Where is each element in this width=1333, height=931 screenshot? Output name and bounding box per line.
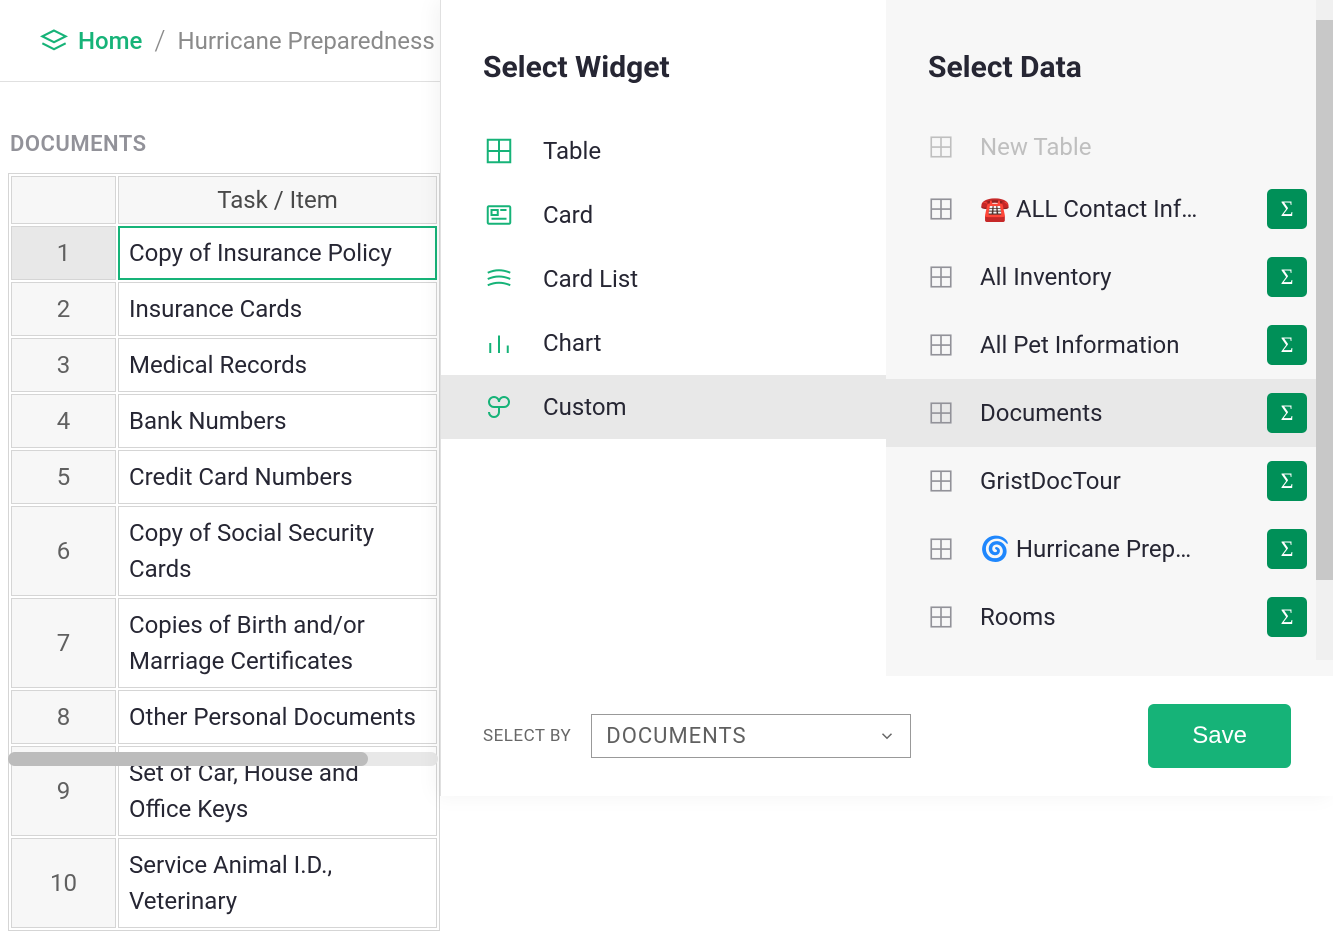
data-option[interactable]: Rooms Σ	[886, 583, 1319, 651]
chart-icon	[483, 327, 515, 359]
widget-option-custom[interactable]: Custom	[441, 375, 886, 439]
data-label: ☎️ ALL Contact Inf…	[980, 195, 1255, 223]
table-row[interactable]: 2Insurance Cards	[11, 282, 437, 336]
data-option[interactable]: GristDocTour Σ	[886, 447, 1319, 515]
table-icon	[928, 400, 954, 426]
data-label: 🌀 Hurricane Prep…	[980, 535, 1255, 563]
data-title: Select Data	[886, 40, 1333, 115]
data-label: GristDocTour	[980, 467, 1255, 495]
summary-button[interactable]: Σ	[1267, 597, 1307, 637]
table-row[interactable]: 1Copy of Insurance Policy	[11, 226, 437, 280]
task-cell[interactable]: Other Personal Documents	[118, 690, 437, 744]
task-cell[interactable]: Service Animal I.D., Veterinary	[118, 838, 437, 928]
widget-title: Select Widget	[441, 40, 886, 115]
breadcrumb-doc[interactable]: Hurricane Preparedness	[178, 27, 435, 55]
widget-option-table[interactable]: Table	[441, 119, 886, 183]
documents-grid[interactable]: Task / Item 1Copy of Insurance Policy2In…	[8, 173, 440, 931]
rownum-header	[11, 176, 116, 224]
dialog-footer: SELECT BY DOCUMENTS Save	[441, 676, 1333, 796]
row-number[interactable]: 6	[11, 506, 116, 596]
data-option: New Table	[886, 119, 1319, 175]
summary-button[interactable]: Σ	[1267, 189, 1307, 229]
task-cell[interactable]: Credit Card Numbers	[118, 450, 437, 504]
table-icon	[928, 604, 954, 630]
add-widget-dialog: Select Widget Table Card Card List Chart Cus…	[440, 0, 1333, 796]
widget-label: Chart	[543, 329, 601, 357]
vertical-scrollbar[interactable]	[1316, 0, 1333, 660]
widget-column: Select Widget Table Card Card List Chart Cus…	[441, 0, 886, 676]
layers-icon	[40, 27, 68, 55]
custom-icon	[483, 391, 515, 423]
data-option[interactable]: All Inventory Σ	[886, 243, 1319, 311]
data-label: All Pet Information	[980, 331, 1255, 359]
data-column: Select Data New Table ☎️ ALL Contact Inf……	[886, 0, 1333, 676]
data-option[interactable]: Documents Σ	[886, 379, 1319, 447]
summary-button[interactable]: Σ	[1267, 257, 1307, 297]
column-header-task[interactable]: Task / Item	[118, 176, 437, 224]
breadcrumb-sep: /	[142, 24, 177, 57]
row-number[interactable]: 4	[11, 394, 116, 448]
data-label: Rooms	[980, 603, 1255, 631]
table-icon	[928, 134, 954, 160]
select-by-label: SELECT BY	[483, 726, 571, 746]
widget-label: Custom	[543, 393, 627, 421]
card-icon	[483, 199, 515, 231]
widget-label: Card	[543, 201, 593, 229]
widget-option-card-list[interactable]: Card List	[441, 247, 886, 311]
row-number[interactable]: 5	[11, 450, 116, 504]
task-cell[interactable]: Copy of Social Security Cards	[118, 506, 437, 596]
horizontal-scrollbar[interactable]	[8, 752, 438, 766]
data-label: All Inventory	[980, 263, 1255, 291]
select-by-dropdown[interactable]: DOCUMENTS	[591, 714, 911, 758]
summary-button[interactable]: Σ	[1267, 529, 1307, 569]
row-number[interactable]: 7	[11, 598, 116, 688]
save-button[interactable]: Save	[1148, 704, 1291, 768]
vscroll-thumb[interactable]	[1316, 20, 1333, 580]
data-label: New Table	[980, 133, 1307, 161]
task-cell[interactable]: Bank Numbers	[118, 394, 437, 448]
data-option[interactable]: All Pet Information Σ	[886, 311, 1319, 379]
row-number[interactable]: 3	[11, 338, 116, 392]
summary-button[interactable]: Σ	[1267, 461, 1307, 501]
data-option[interactable]: ☎️ ALL Contact Inf… Σ	[886, 175, 1319, 243]
summary-button[interactable]: Σ	[1267, 325, 1307, 365]
table-row[interactable]: 4Bank Numbers	[11, 394, 437, 448]
card-list-icon	[483, 263, 515, 295]
table-icon	[928, 332, 954, 358]
data-label: Documents	[980, 399, 1255, 427]
summary-button[interactable]: Σ	[1267, 393, 1307, 433]
table-icon	[928, 196, 954, 222]
row-number[interactable]: 10	[11, 838, 116, 928]
data-option[interactable]: 🌀 Hurricane Prep… Σ	[886, 515, 1319, 583]
home-label: Home	[78, 27, 142, 55]
table-icon	[928, 536, 954, 562]
widget-label: Card List	[543, 265, 638, 293]
widget-option-card[interactable]: Card	[441, 183, 886, 247]
table-row[interactable]: 10Service Animal I.D., Veterinary	[11, 838, 437, 928]
scrollbar-thumb[interactable]	[8, 752, 368, 766]
task-cell[interactable]: Insurance Cards	[118, 282, 437, 336]
select-by-value: DOCUMENTS	[606, 724, 746, 749]
table-row[interactable]: 7Copies of Birth and/or Marriage Certifi…	[11, 598, 437, 688]
chevron-down-icon	[878, 727, 896, 745]
table-row[interactable]: 3Medical Records	[11, 338, 437, 392]
widget-label: Table	[543, 137, 601, 165]
table-row[interactable]: 5Credit Card Numbers	[11, 450, 437, 504]
table-row[interactable]: 6Copy of Social Security Cards	[11, 506, 437, 596]
task-cell[interactable]: Copies of Birth and/or Marriage Certific…	[118, 598, 437, 688]
row-number[interactable]: 2	[11, 282, 116, 336]
table-icon	[928, 468, 954, 494]
table-icon	[928, 264, 954, 290]
table-icon	[483, 135, 515, 167]
table-row[interactable]: 8Other Personal Documents	[11, 690, 437, 744]
task-cell[interactable]: Copy of Insurance Policy	[118, 226, 437, 280]
home-link[interactable]: Home	[40, 27, 142, 55]
row-number[interactable]: 1	[11, 226, 116, 280]
widget-option-chart[interactable]: Chart	[441, 311, 886, 375]
task-cell[interactable]: Medical Records	[118, 338, 437, 392]
row-number[interactable]: 8	[11, 690, 116, 744]
